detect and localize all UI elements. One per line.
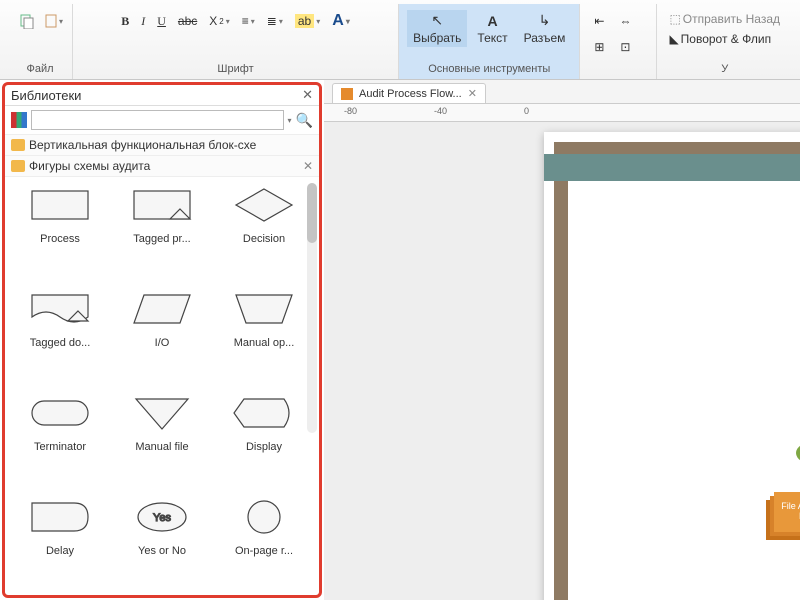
- page: PLANNING AN Initiated Audit Prepare the …: [544, 132, 800, 600]
- ribbon-group-font: B I U abc X2▾ ≡▾ ≣▾ ab▾ A▾ Шрифт: [73, 4, 399, 79]
- horizontal-ruler: -80 -40 0: [324, 104, 800, 122]
- shape-terminator[interactable]: Terminator: [11, 391, 109, 485]
- italic-button[interactable]: I: [137, 12, 149, 31]
- paste-icon[interactable]: ▾: [42, 10, 64, 32]
- folder-icon: [11, 160, 25, 172]
- node-file-results[interactable]: File Assessment Results: [774, 492, 800, 532]
- canvas[interactable]: PLANNING AN Initiated Audit Prepare the …: [324, 122, 800, 600]
- bullets-button[interactable]: ≡▾: [238, 12, 259, 30]
- ribbon-group-align: ⇤ ⇔ ⊞ ⊡: [580, 4, 657, 79]
- tab-audit-flow[interactable]: Audit Process Flow... ✕: [332, 83, 486, 103]
- close-icon[interactable]: ✕: [468, 87, 477, 100]
- ribbon-group-tools: ↖Выбрать AТекст ↳Разъем Основные инструм…: [399, 4, 580, 79]
- bold-button[interactable]: B: [117, 12, 133, 31]
- text-tool[interactable]: AТекст: [471, 11, 513, 47]
- ribbon-group-arrange: ⬚ Отправить Назад ◣ Поворот & Флип У: [657, 4, 792, 79]
- close-icon[interactable]: ✕: [303, 159, 313, 173]
- svg-text:Yes: Yes: [153, 512, 171, 524]
- shape-yes-or-no[interactable]: YesYes or No: [113, 495, 211, 589]
- library-search-input[interactable]: [31, 110, 284, 130]
- strike-button[interactable]: abc: [174, 12, 201, 30]
- shapes-grid: Process Tagged pr... Decision Tagged do.…: [5, 177, 319, 595]
- align-left-icon[interactable]: ⇤: [588, 10, 610, 32]
- distribute-icon[interactable]: ⊞: [588, 36, 610, 58]
- connector-tool[interactable]: ↳Разъем: [518, 10, 572, 47]
- canvas-area: Audit Process Flow... ✕ -80 -40 0 PLANNI…: [324, 80, 800, 600]
- ribbon-group-file: ▾ Файл: [8, 4, 73, 79]
- shape-tagged-process[interactable]: Tagged pr...: [113, 183, 211, 277]
- search-dropdown-icon[interactable]: ▾: [288, 116, 292, 125]
- shape-manual-operation[interactable]: Manual op...: [215, 287, 313, 381]
- group-icon[interactable]: ⊡: [614, 36, 636, 58]
- shape-decision[interactable]: Decision: [215, 183, 313, 277]
- library-category-swimlane[interactable]: Вертикальная функциональная блок-схе: [5, 135, 319, 156]
- document-icon: [341, 88, 353, 100]
- numbering-button[interactable]: ≣▾: [263, 12, 287, 30]
- shape-on-page-reference[interactable]: On-page r...: [215, 495, 313, 589]
- document-tabs: Audit Process Flow... ✕: [324, 80, 800, 104]
- library-panel: Библиотеки ✕ ▾ 🔍 Вертикальная функционал…: [2, 82, 322, 598]
- shape-manual-file[interactable]: Manual file: [113, 391, 211, 485]
- ribbon-label-arrange: У: [721, 63, 728, 75]
- library-books-icon[interactable]: [11, 112, 27, 128]
- ribbon-label-tools: Основные инструменты: [428, 63, 550, 75]
- copy-icon[interactable]: [16, 10, 38, 32]
- send-back-button[interactable]: ⬚ Отправить Назад: [665, 10, 784, 28]
- ribbon-label-file: Файл: [26, 63, 53, 75]
- page-title: PLANNING AN: [544, 154, 800, 181]
- shape-io[interactable]: I/O: [113, 287, 211, 381]
- shape-delay[interactable]: Delay: [11, 495, 109, 589]
- library-title: Библиотеки: [11, 88, 81, 103]
- align-center-icon[interactable]: ⇔: [614, 10, 636, 32]
- ribbon: ▾ Файл B I U abc X2▾ ≡▾ ≣▾ ab▾ A▾ Шрифт …: [0, 0, 800, 80]
- underline-button[interactable]: U: [153, 12, 170, 31]
- shape-tagged-document[interactable]: Tagged do...: [11, 287, 109, 381]
- search-icon[interactable]: 🔍: [296, 112, 313, 129]
- library-category-audit[interactable]: Фигуры схемы аудита ✕: [5, 156, 319, 177]
- scrollbar[interactable]: [307, 183, 317, 433]
- ribbon-label-font: Шрифт: [217, 63, 253, 75]
- shape-process[interactable]: Process: [11, 183, 109, 277]
- subscript-button[interactable]: X2▾: [205, 12, 233, 30]
- folder-icon: [11, 139, 25, 151]
- select-tool[interactable]: ↖Выбрать: [407, 10, 467, 47]
- rotate-flip-button[interactable]: ◣ Поворот & Флип: [665, 30, 775, 48]
- shape-display[interactable]: Display: [215, 391, 313, 485]
- close-icon[interactable]: ✕: [302, 87, 313, 103]
- font-color-button[interactable]: A▾: [328, 10, 354, 32]
- highlight-button[interactable]: ab▾: [291, 12, 324, 30]
